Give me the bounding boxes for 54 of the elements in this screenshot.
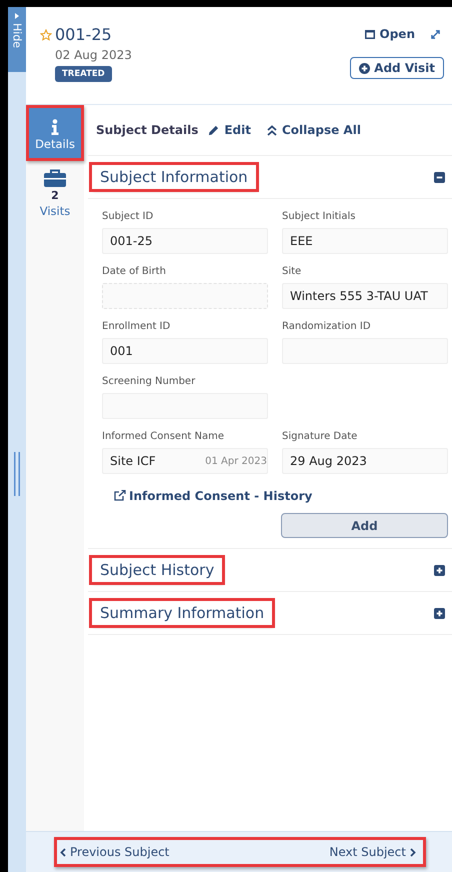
input-field[interactable]: Winters 555 3-TAU UAT: [282, 283, 448, 309]
field-value: 29 Aug 2023: [290, 454, 367, 468]
input-field[interactable]: 001: [102, 338, 268, 364]
subject-id: 001-25: [55, 25, 112, 44]
field-value: Site ICF: [110, 454, 156, 468]
star-icon[interactable]: [40, 28, 52, 40]
expand-icon[interactable]: [431, 30, 440, 38]
collapse-icon[interactable]: [434, 172, 445, 182]
status-badge: TREATED: [55, 66, 112, 82]
add-visit-button[interactable]: Add Visit: [350, 57, 444, 79]
subject-date: 02 Aug 2023: [55, 48, 132, 62]
field-label: Date of Birth: [102, 266, 167, 277]
info-icon: [51, 119, 59, 135]
briefcase-icon: [44, 169, 66, 187]
section-header[interactable]: Subject Information: [92, 165, 256, 189]
section-header[interactable]: Subject History: [92, 558, 222, 582]
chevron-right-icon: [410, 848, 416, 856]
collapse-all-button[interactable]: Collapse All: [267, 123, 361, 137]
add-button[interactable]: Add: [281, 513, 448, 538]
resize-grip-icon[interactable]: [13, 452, 21, 496]
field-label: Randomization ID: [282, 321, 372, 332]
field-value: Winters 555 3-TAU UAT: [290, 289, 428, 303]
input-field[interactable]: EEE: [282, 228, 448, 254]
field-label: Enrollment ID: [102, 321, 172, 332]
open-button[interactable]: Open: [364, 27, 415, 41]
window-icon: [364, 30, 375, 38]
section-header[interactable]: Summary Information: [92, 601, 272, 625]
history-link[interactable]: Informed Consent - History: [114, 488, 312, 502]
consent-date: 01 Apr 2023: [205, 456, 267, 466]
chevron-left-icon: [60, 848, 66, 856]
date-field[interactable]: [102, 283, 268, 309]
plus-circle-icon: [359, 62, 370, 74]
caret-icon: [15, 13, 19, 19]
external-link-icon: [114, 490, 126, 501]
edit-button[interactable]: Edit: [208, 123, 251, 137]
field-label: Site: [282, 266, 302, 277]
input-field[interactable]: 29 Aug 2023: [282, 448, 448, 474]
consent-field[interactable]: Site ICF 01 Apr 2023: [102, 448, 268, 474]
field-label: Informed Consent Name: [102, 431, 226, 442]
field-label: Signature Date: [282, 431, 358, 442]
details-tab[interactable]: Details: [26, 105, 84, 161]
field-label: Screening Number: [102, 376, 196, 387]
next-subject-link[interactable]: Next Subject: [329, 845, 416, 859]
previous-subject-link[interactable]: Previous Subject: [60, 845, 170, 859]
field-label: Subject Initials: [282, 211, 356, 222]
subject-details-title: Subject Details: [96, 123, 198, 137]
double-chevron-up-icon: [267, 124, 277, 136]
input-field[interactable]: 001-25: [102, 228, 268, 254]
field-label: Subject ID: [102, 211, 154, 222]
pencil-icon: [208, 124, 220, 136]
field-value: 001-25: [110, 234, 153, 248]
field-value: EEE: [290, 234, 313, 248]
visits-tab[interactable]: 2 Visits: [26, 161, 84, 222]
field-value: 001: [110, 344, 133, 358]
